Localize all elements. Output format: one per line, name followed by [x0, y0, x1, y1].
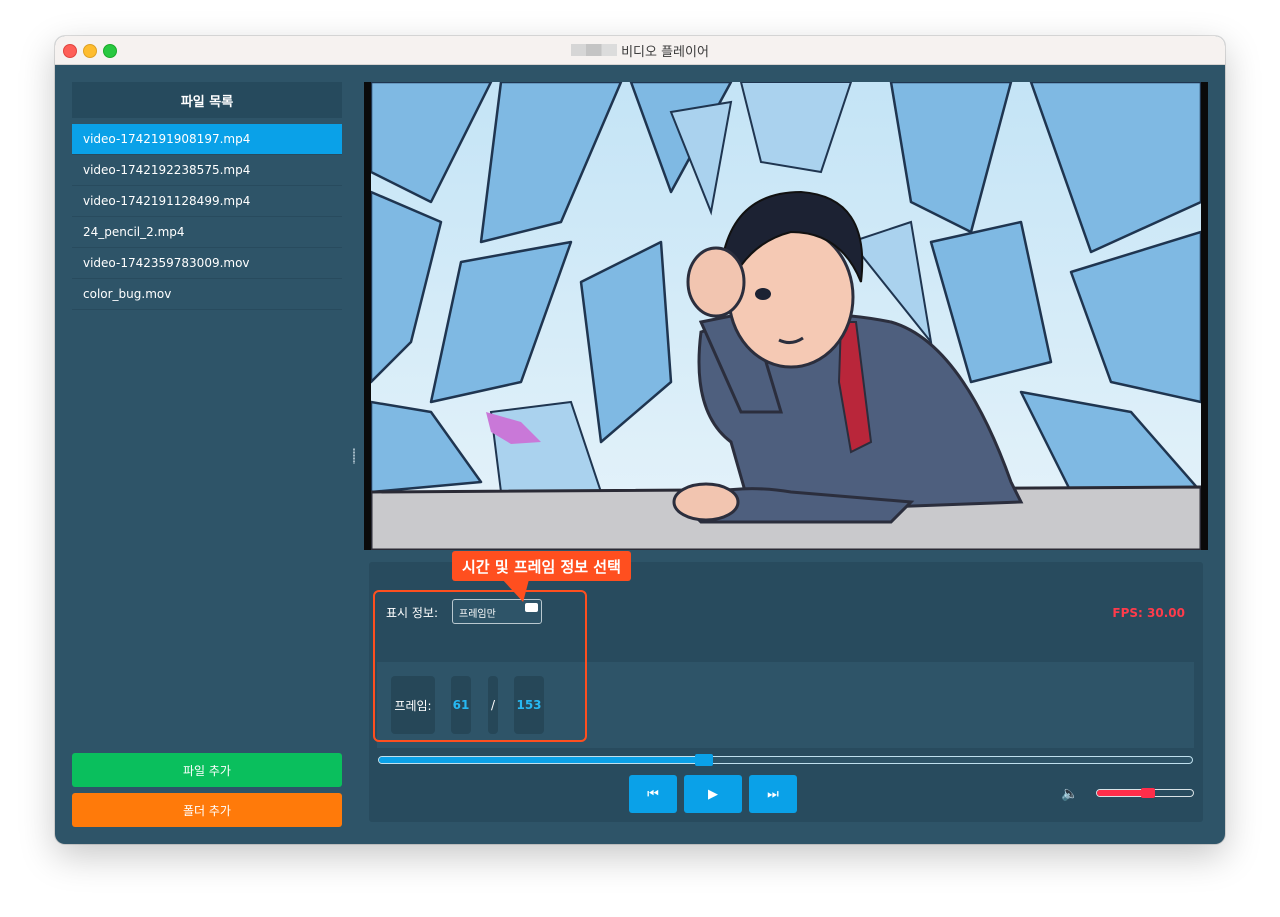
annotation-callout-label: 시간 및 프레임 정보 선택 — [452, 551, 631, 581]
video-frame-image — [371, 82, 1201, 550]
file-list-item[interactable]: video-1742191908197.mp4 — [72, 124, 342, 155]
add-folder-button[interactable]: 폴더 추가 — [72, 793, 342, 827]
file-list-item[interactable]: video-1742359783009.mov — [72, 248, 342, 279]
volume-slider[interactable] — [1096, 788, 1194, 798]
window-title: 비디오 플레이어 — [621, 44, 709, 60]
seek-slider[interactable] — [378, 754, 1193, 766]
file-list-item[interactable]: color_bug.mov — [72, 279, 342, 310]
seek-slider-fill — [379, 757, 705, 763]
skip-forward-icon: ⏭ — [767, 786, 779, 802]
file-list-item[interactable]: video-1742191128499.mp4 — [72, 186, 342, 217]
volume-slider-thumb[interactable] — [1140, 788, 1155, 798]
splitter-handle[interactable] — [353, 448, 355, 464]
skip-back-icon: ⏮ — [647, 786, 659, 802]
file-list-item[interactable]: video-1742192238575.mp4 — [72, 155, 342, 186]
fps-readout: FPS: 30.00 — [1112, 606, 1185, 620]
redacted-app-name — [571, 44, 618, 56]
file-list: video-1742191908197.mp4 video-1742192238… — [72, 124, 342, 310]
seek-slider-thumb[interactable] — [695, 754, 714, 766]
video-viewport[interactable] — [364, 82, 1208, 550]
add-file-button[interactable]: 파일 추가 — [72, 753, 342, 787]
play-icon: ▶ — [708, 786, 718, 802]
previous-frame-button[interactable]: ⏮ — [629, 775, 677, 813]
app-window: 비디오 플레이어 파일 목록 video-1742191908197.mp4 v… — [55, 36, 1225, 844]
next-frame-button[interactable]: ⏭ — [749, 775, 797, 813]
volume-icon: 🔈 — [1061, 786, 1079, 802]
title-bar: 비디오 플레이어 — [55, 36, 1225, 65]
play-button[interactable]: ▶ — [684, 775, 742, 813]
file-list-item[interactable]: 24_pencil_2.mp4 — [72, 217, 342, 248]
annotation-highlight-box — [373, 590, 587, 742]
file-list-header: 파일 목록 — [72, 82, 342, 118]
